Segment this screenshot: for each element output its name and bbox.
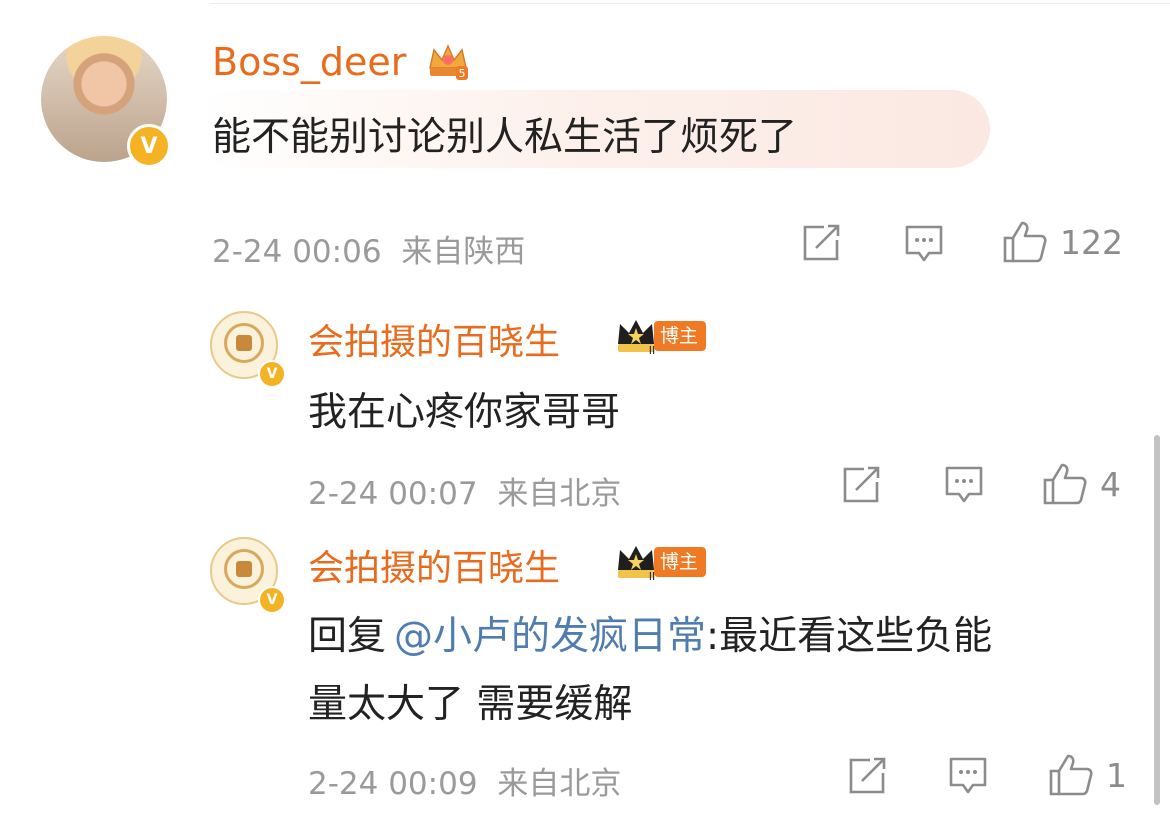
- share-button[interactable]: [848, 757, 888, 795]
- reply-text-line-2: 量太大了 需要缓解: [308, 682, 633, 727]
- thumbs-up-icon: [1043, 463, 1087, 505]
- like-count: 4: [1100, 464, 1121, 504]
- crown-level-2-icon: II: [618, 320, 655, 356]
- reply-time: 2-24 00:09: [308, 766, 478, 802]
- blogger-tag: 博主: [654, 547, 707, 577]
- verified-badge-icon: V: [258, 360, 286, 388]
- reply-username[interactable]: 会拍摄的百晓生: [308, 539, 560, 591]
- share-button[interactable]: [802, 224, 842, 262]
- svg-text:5: 5: [459, 67, 466, 80]
- blogger-badge[interactable]: II 博主: [614, 542, 707, 582]
- comment-meta: 2-24 00:06 来自陕西: [212, 226, 525, 271]
- comment-icon: [945, 466, 983, 503]
- comment-button[interactable]: [904, 224, 944, 264]
- share-icon: [803, 224, 840, 261]
- share-button[interactable]: [842, 466, 882, 504]
- like-button[interactable]: 122: [1002, 220, 1123, 264]
- like-count: 1: [1106, 755, 1127, 795]
- reply-time: 2-24 00:07: [308, 476, 478, 512]
- thumbs-up-icon: [1003, 221, 1047, 263]
- top-divider: [210, 3, 1170, 4]
- comment-button[interactable]: [948, 756, 988, 796]
- thumbs-up-icon: [1049, 754, 1093, 796]
- comment-icon: [949, 757, 987, 794]
- like-count: 122: [1060, 222, 1123, 262]
- comment-text: 能不能别讨论别人私生活了烦死了: [212, 115, 798, 160]
- comment-button[interactable]: [944, 465, 984, 505]
- reply-text: 我在心疼你家哥哥: [308, 390, 621, 435]
- crown-level-2-icon: II: [618, 546, 655, 582]
- comment-icon: [905, 225, 943, 262]
- reply-text-line-1: 回复 @小卢的发疯日常:最近看这些负能: [308, 605, 992, 661]
- share-icon: [849, 757, 886, 794]
- comment-location: 来自陕西: [401, 234, 526, 270]
- blogger-tag: 博主: [654, 321, 707, 351]
- crown-level-5-icon[interactable]: 5: [426, 42, 470, 82]
- comment-username[interactable]: Boss_deer: [212, 40, 406, 84]
- share-icon: [843, 466, 880, 503]
- reply-username[interactable]: 会拍摄的百晓生: [308, 313, 560, 365]
- mention-link[interactable]: @小卢的发疯日常: [394, 614, 706, 659]
- like-button[interactable]: 4: [1042, 462, 1121, 506]
- reply-location: 来自北京: [497, 766, 622, 802]
- scrollbar[interactable]: [1154, 435, 1160, 805]
- verified-badge-icon: V: [258, 586, 286, 614]
- comment-time: 2-24 00:06: [212, 234, 382, 270]
- blogger-badge[interactable]: II 博主: [614, 316, 707, 356]
- like-button[interactable]: 1: [1048, 753, 1127, 797]
- verified-badge-icon: V: [127, 124, 171, 168]
- reply-text: :最近看这些负能: [706, 614, 993, 659]
- reply-meta: 2-24 00:07 来自北京: [308, 468, 621, 513]
- reply-meta: 2-24 00:09 来自北京: [308, 758, 621, 803]
- reply-prefix: 回复: [308, 614, 387, 659]
- reply-location: 来自北京: [497, 476, 622, 512]
